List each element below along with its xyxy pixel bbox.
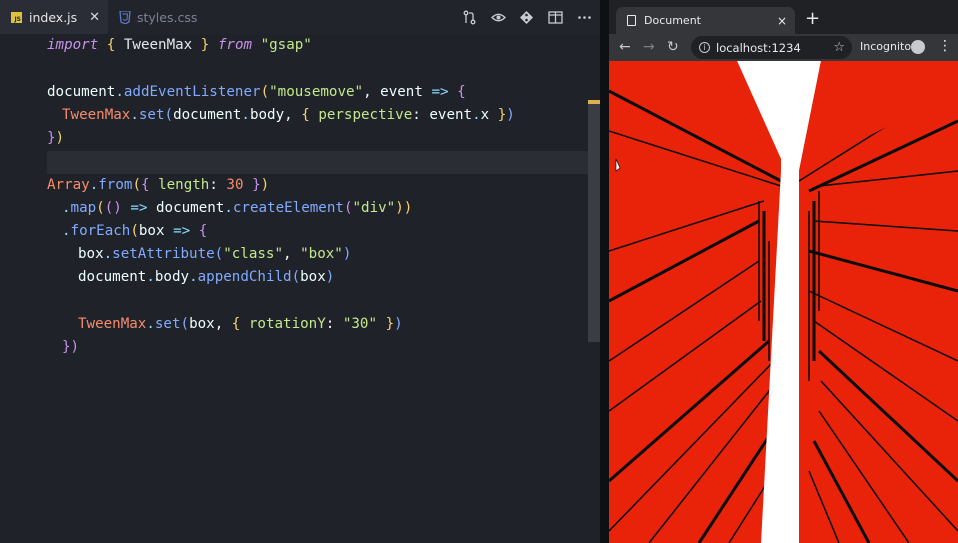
code-line-1: import { TweenMax } from "gsap" (47, 37, 312, 53)
code-line-5: }) (47, 130, 65, 146)
code-editor[interactable]: JS index.js ✕ styles.css import { TweenM… (0, 0, 600, 543)
browser-tab-title: Document (644, 14, 701, 27)
close-icon[interactable]: ✕ (89, 10, 100, 25)
git-icon[interactable] (518, 9, 534, 25)
rotated-boxes-render (609, 61, 958, 543)
incognito-label: Incognito (860, 40, 912, 53)
more-icon[interactable] (576, 9, 592, 25)
tab-styles-css[interactable]: styles.css (108, 0, 208, 34)
url-text: localhost:1234 (716, 40, 801, 55)
browser-tab[interactable]: Document × (616, 7, 795, 34)
browser-toolbar: ← → ↻ i localhost:1234 ☆ Incognito ⋮ (609, 34, 958, 61)
code-line-11: document.body.appendChild(box) (78, 269, 335, 285)
code-line-3: document.addEventListener("mousemove", e… (47, 84, 466, 100)
pane-divider[interactable] (600, 0, 609, 543)
reload-icon[interactable]: ↻ (667, 38, 679, 56)
css-file-icon (118, 10, 131, 24)
address-bar[interactable]: i localhost:1234 ☆ (691, 36, 852, 59)
source-control-icon[interactable] (461, 9, 477, 25)
editor-scrollbar[interactable] (588, 100, 600, 342)
info-icon[interactable]: i (699, 42, 710, 53)
code-line-14: }) (62, 339, 80, 355)
incognito-icon[interactable] (911, 40, 925, 54)
scrollbar-marker (588, 100, 600, 104)
browser-window: Document × + ← → ↻ i localhost:1234 ☆ In… (609, 0, 958, 543)
browser-tab-strip: Document × + (609, 0, 958, 34)
code-line-13: TweenMax.set(box, { rotationY: "30" }) (78, 316, 403, 332)
preview-icon[interactable] (490, 9, 506, 25)
code-line-10: box.setAttribute("class", "box") (78, 246, 352, 262)
code-line-8: .map(() => document.createElement("div")… (62, 200, 413, 216)
tab-label: index.js (29, 9, 78, 25)
document-icon (627, 15, 636, 26)
tab-label: styles.css (137, 9, 198, 25)
editor-tab-bar: JS index.js ✕ styles.css (0, 0, 600, 34)
current-line-highlight (47, 151, 588, 174)
forward-icon[interactable]: → (643, 38, 655, 56)
new-tab-button[interactable]: + (805, 8, 820, 29)
code-line-4: TweenMax.set(document.body, { perspectiv… (62, 107, 515, 123)
page-viewport[interactable] (609, 61, 958, 543)
code-line-7: Array.from({ length: 30 }) (47, 177, 270, 193)
bookmark-star-icon[interactable]: ☆ (833, 40, 845, 55)
close-icon[interactable]: × (777, 14, 787, 28)
code-area[interactable]: import { TweenMax } from "gsap" document… (0, 34, 588, 543)
tab-index-js[interactable]: JS index.js ✕ (0, 0, 108, 34)
code-line-9: .forEach(box => { (62, 223, 208, 239)
js-file-icon: JS (10, 11, 23, 24)
back-icon[interactable]: ← (619, 38, 631, 56)
split-editor-icon[interactable] (547, 9, 563, 25)
menu-icon[interactable]: ⋮ (938, 38, 952, 54)
